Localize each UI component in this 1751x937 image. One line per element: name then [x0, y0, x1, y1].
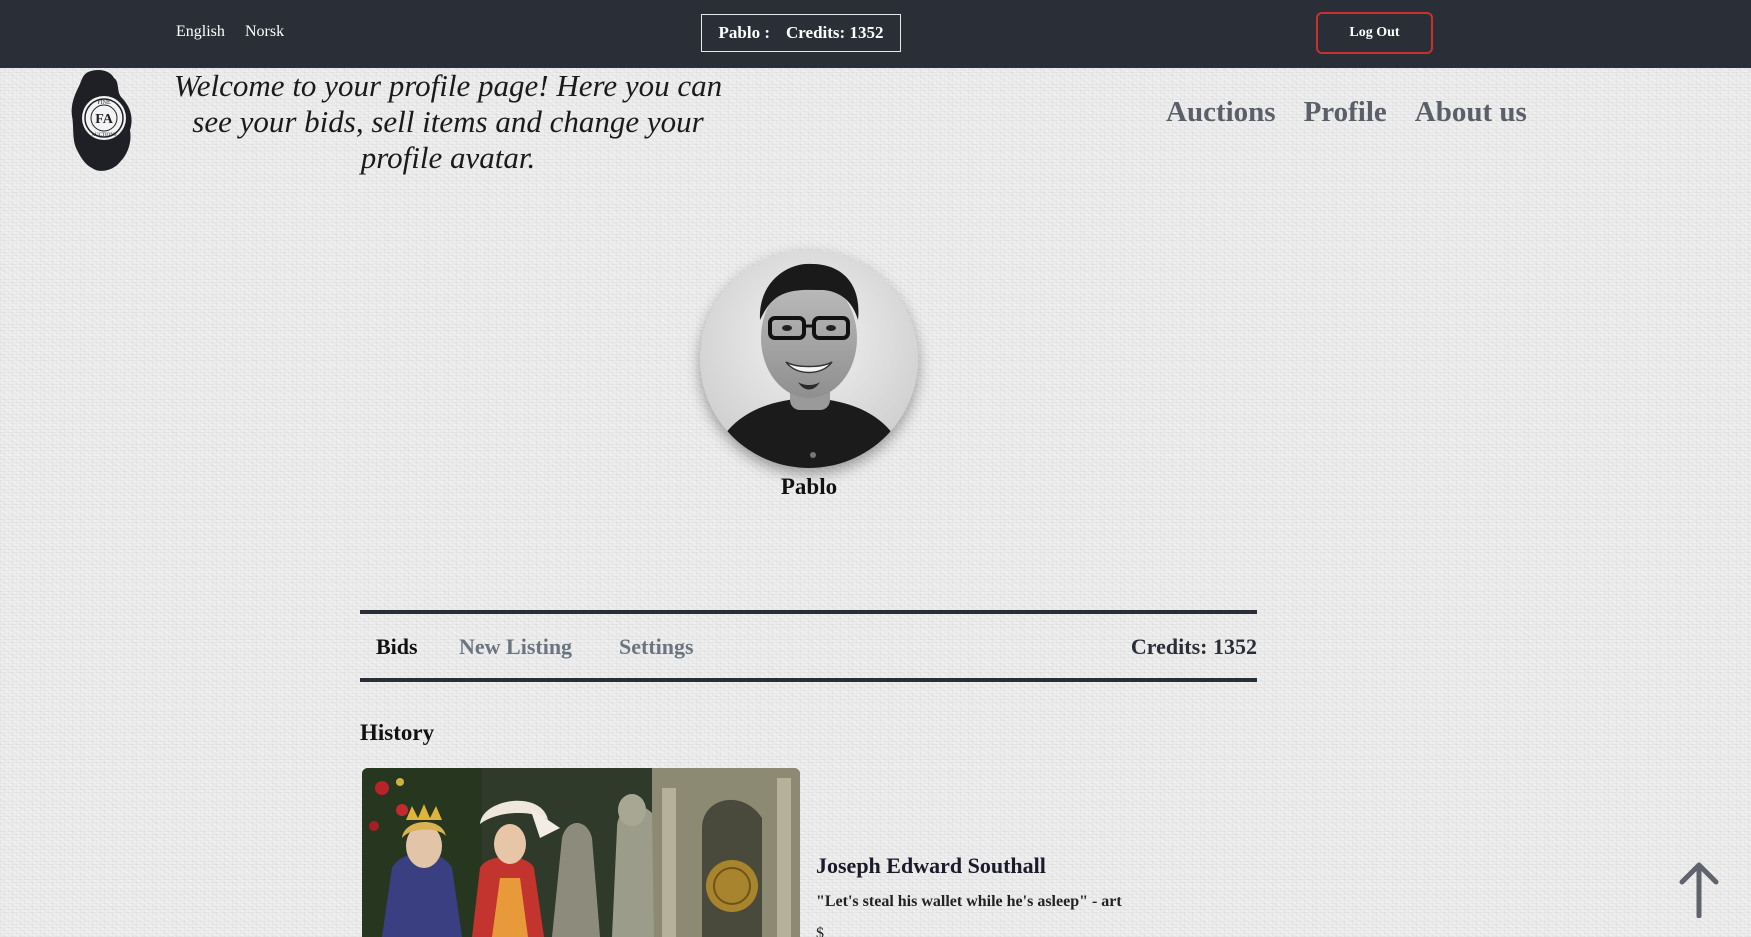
- nav-profile[interactable]: Profile: [1304, 96, 1387, 129]
- svg-text:FINE: FINE: [97, 100, 111, 106]
- profile-avatar: [700, 250, 918, 468]
- tab-bids[interactable]: Bids: [376, 634, 418, 660]
- history-item-price: $: [816, 925, 824, 937]
- profile-tabs: Bids New Listing Settings Credits: 1352: [360, 610, 1257, 682]
- history-heading: History: [360, 720, 435, 745]
- logout-button[interactable]: Log Out: [1316, 12, 1433, 54]
- language-norsk-link[interactable]: Norsk: [245, 23, 284, 41]
- user-credits: Credits: 1352: [786, 23, 884, 42]
- user-name: Pablo :: [718, 23, 771, 42]
- history-item-title: "Let's steal his wallet while he's aslee…: [816, 893, 1122, 910]
- language-english-link[interactable]: English: [176, 23, 225, 41]
- history-item-image[interactable]: [362, 768, 800, 937]
- nav-about-us[interactable]: About us: [1415, 96, 1527, 129]
- arrow-up-icon[interactable]: [1676, 862, 1722, 919]
- profile-username: Pablo: [780, 474, 838, 499]
- tab-new-listing[interactable]: New Listing: [459, 634, 572, 660]
- history-item-artist[interactable]: Joseph Edward Southall: [816, 853, 1046, 879]
- fine-auctions-logo[interactable]: FA FINE AUCTIONS: [70, 68, 136, 174]
- svg-text:FA: FA: [95, 112, 114, 127]
- main-nav: Auctions Profile About us: [1166, 96, 1527, 129]
- user-credits-box: Pablo : Credits: 1352: [701, 14, 901, 52]
- tabs-credits-display: Credits: 1352: [1130, 634, 1257, 659]
- svg-text:AUCTIONS: AUCTIONS: [91, 133, 116, 138]
- tab-settings[interactable]: Settings: [619, 634, 694, 660]
- top-bar: English Norsk Pablo : Credits: 1352 Log …: [0, 0, 1751, 68]
- welcome-message: Welcome to your profile page! Here you c…: [173, 68, 723, 175]
- nav-auctions[interactable]: Auctions: [1166, 96, 1276, 129]
